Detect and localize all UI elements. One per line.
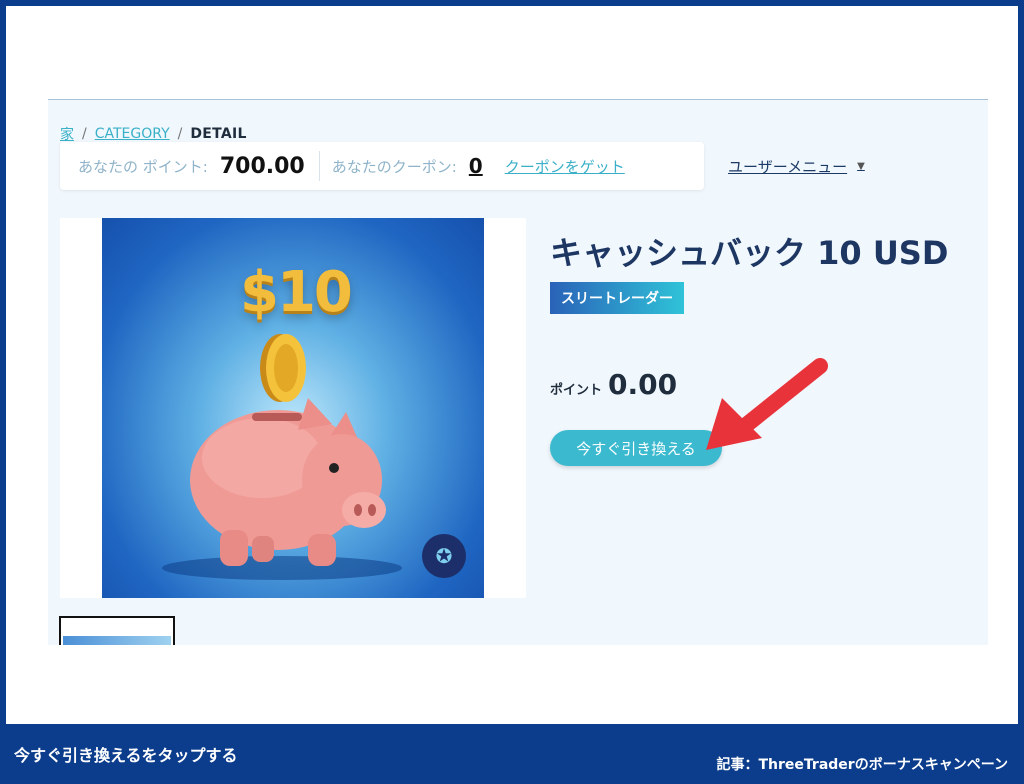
price-label: ポイント	[550, 383, 603, 398]
price-value: 0.00	[608, 368, 678, 401]
product-title: キャッシュバック 10 USD	[550, 234, 949, 272]
price-row: ポイント 0.00	[550, 368, 677, 401]
brand-logo-icon: ✪	[422, 534, 466, 578]
points-value: 700.00	[219, 153, 305, 179]
red-arrow-annotation	[706, 358, 828, 450]
breadcrumb-home[interactable]: 家	[60, 124, 74, 144]
brand-tag[interactable]: スリートレーダー	[550, 282, 684, 314]
points-bar: あなたの ポイント: 700.00 あなたのクーポン: 0 クーポンをゲット	[60, 142, 704, 190]
breadcrumb-category[interactable]: CATEGORY	[95, 126, 170, 142]
screenshot-frame: 家 / CATEGORY / DETAIL あなたの ポイント: 700.00 …	[6, 6, 1018, 724]
app-screen: 家 / CATEGORY / DETAIL あなたの ポイント: 700.00 …	[48, 99, 988, 645]
instruction-caption: 今すぐ引き換えるをタップする	[14, 746, 238, 765]
get-coupon-link[interactable]: クーポンをゲット	[505, 156, 625, 177]
points-label: あなたの ポイント:	[78, 157, 208, 176]
breadcrumb: 家 / CATEGORY / DETAIL	[60, 124, 247, 144]
product-thumbnail[interactable]	[59, 616, 175, 645]
chevron-down-icon: ▼	[857, 161, 865, 172]
breadcrumb-separator: /	[82, 126, 87, 142]
article-caption: 記事：ThreeTraderのボーナスキャンペーン	[716, 757, 1009, 773]
coupons-count[interactable]: 0	[469, 154, 483, 178]
breadcrumb-separator: /	[177, 126, 183, 142]
coupons-label: あなたのクーポン:	[331, 157, 457, 176]
divider	[318, 151, 320, 181]
breadcrumb-current: DETAIL	[190, 126, 247, 142]
product-image: $10 ✪	[102, 218, 484, 598]
thumbnail-image	[63, 636, 171, 645]
user-menu-label: ユーザーメニュー	[728, 158, 848, 176]
user-menu[interactable]: ユーザーメニュー ▼	[728, 156, 865, 177]
product-image-card: $10 ✪	[60, 218, 526, 598]
